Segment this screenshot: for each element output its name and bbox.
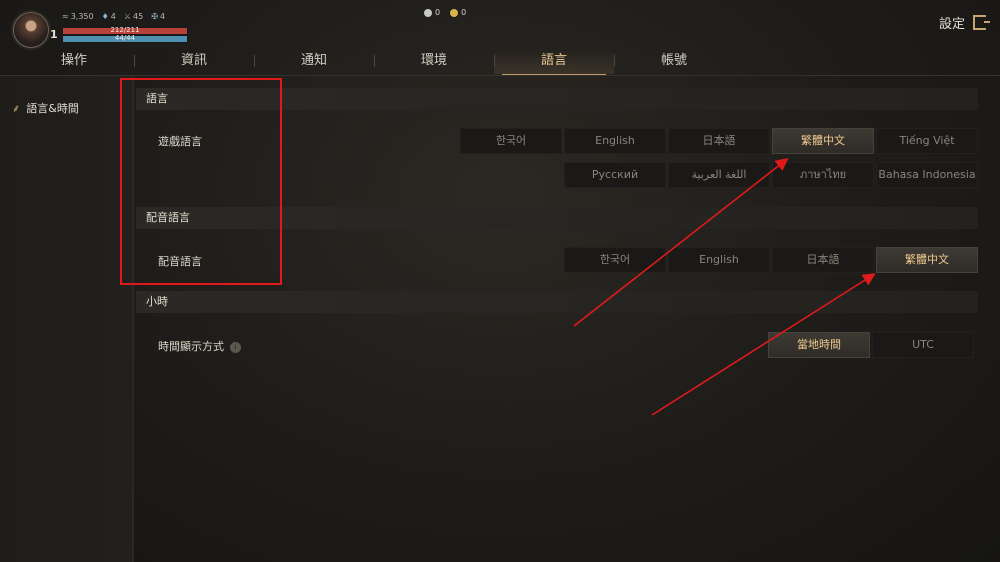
annotation-highlight-box (120, 78, 282, 285)
time-display-options: 當地時間 UTC (768, 332, 974, 358)
game-lang-option-russian[interactable]: Русский (564, 162, 666, 188)
voice-lang-option-traditional-chinese[interactable]: 繁體中文 (876, 247, 978, 273)
settings-exit[interactable]: 設定 (938, 13, 990, 32)
sidebar-item-label: 語言&時間 (26, 102, 79, 115)
game-lang-option-english[interactable]: English (564, 128, 666, 154)
helmet-icon: ♦ (101, 12, 109, 21)
stat-attack: ⚔ 45 (124, 12, 143, 21)
tab-info[interactable]: 資訊 (134, 50, 254, 74)
time-option-utc[interactable]: UTC (872, 332, 974, 358)
tab-notifications[interactable]: 通知 (254, 50, 374, 74)
voice-language-options: 한국어 English 日本語 繁體中文 (564, 247, 978, 273)
diamond-count: 0 (435, 8, 441, 17)
player-stats: ≈3,350 ♦ 4 ⚔ 45 ✠ 4 (62, 12, 165, 21)
game-language-options-row2: Русский اللغة العربية ภาษาไทย Bahasa Ind… (564, 162, 978, 188)
time-display-text: 時間顯示方式 (158, 340, 224, 353)
currency-display: 0 0 (424, 8, 466, 17)
tab-controls[interactable]: 操作 (14, 50, 134, 74)
stat-value: 4 (110, 12, 116, 21)
player-level: 1 (50, 28, 58, 41)
exit-icon[interactable] (973, 15, 990, 30)
game-lang-option-indonesian[interactable]: Bahasa Indonesia (876, 162, 978, 188)
game-lang-option-thai[interactable]: ภาษาไทย (772, 162, 874, 188)
stat-defense: ♦ 4 (102, 12, 116, 21)
top-status-bar: 1 ≈3,350 ♦ 4 ⚔ 45 ✠ 4 212/211 44/44 0 0 設定 (0, 0, 1000, 48)
sword-icon: ⚔ (123, 12, 132, 21)
crossed-swords-icon: ✠ (151, 12, 158, 21)
settings-title: 設定 (938, 17, 965, 32)
time-display-label: 時間顯示方式 i (158, 338, 241, 354)
info-icon[interactable]: i (230, 341, 241, 353)
mp-bar: 44/44 (62, 34, 188, 43)
voice-lang-option-japanese[interactable]: 日本語 (772, 247, 874, 273)
stat-value: 45 (133, 12, 144, 21)
settings-tabs: 操作 資訊 通知 環境 語言 帳號 (14, 50, 974, 76)
game-lang-option-traditional-chinese[interactable]: 繁體中文 (772, 128, 874, 154)
tab-environment[interactable]: 環境 (374, 50, 494, 74)
language-icon: ⸙ (12, 101, 21, 115)
gold-currency: 0 (450, 8, 466, 17)
diamond-currency: 0 (424, 8, 440, 17)
tab-language[interactable]: 語言 (494, 50, 614, 76)
game-lang-option-korean[interactable]: 한국어 (460, 128, 562, 154)
hp-text: 212/211 (110, 26, 140, 34)
game-language-options-row1: 한국어 English 日本語 繁體中文 Tiếng Việt (460, 128, 978, 154)
diamond-icon (424, 8, 432, 17)
game-lang-option-arabic[interactable]: اللغة العربية (668, 162, 770, 188)
game-lang-option-vietnamese[interactable]: Tiếng Việt (876, 128, 978, 154)
mp-text: 44/44 (114, 34, 136, 42)
gold-coin-icon (450, 8, 459, 17)
stat-value: 3,350 (70, 12, 94, 21)
game-lang-option-japanese[interactable]: 日本語 (668, 128, 770, 154)
stat-value: 4 (159, 12, 166, 21)
section-header-time: 小時 (136, 291, 978, 313)
tab-account[interactable]: 帳號 (614, 50, 734, 74)
sidebar: ⸙ 語言&時間 (0, 76, 134, 562)
feather-icon: ≈ (62, 12, 69, 21)
stat-combat: ✠ 4 (151, 12, 165, 21)
gold-count: 0 (461, 8, 467, 17)
sidebar-item-language-time[interactable]: ⸙ 語言&時間 (12, 100, 79, 116)
voice-lang-option-english[interactable]: English (668, 247, 770, 273)
voice-lang-option-korean[interactable]: 한국어 (564, 247, 666, 273)
avatar[interactable] (13, 12, 49, 48)
stat-power: ≈3,350 (62, 12, 94, 21)
time-option-local[interactable]: 當地時間 (768, 332, 870, 358)
tab-divider (0, 75, 1000, 76)
